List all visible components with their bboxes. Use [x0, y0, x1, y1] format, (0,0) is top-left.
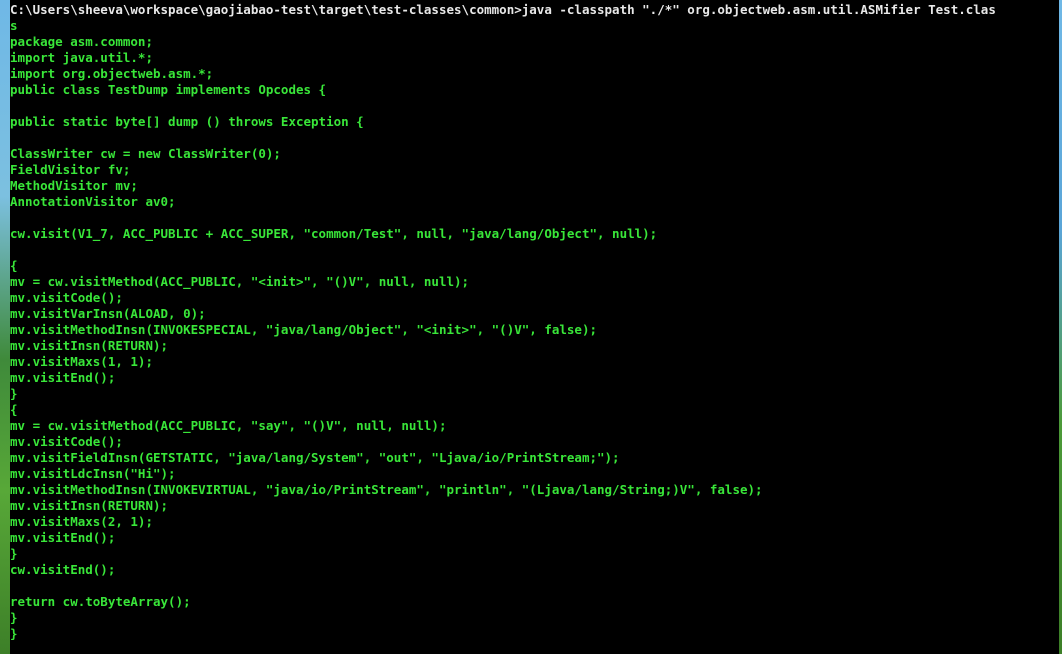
console-output-line: mv.visitCode();: [10, 290, 123, 305]
console-output-line: public class TestDump implements Opcodes…: [10, 82, 327, 97]
console-output-line: package asm.common;: [10, 34, 153, 49]
console-output-line: import java.util.*;: [10, 50, 153, 65]
console-output-line: mv.visitInsn(RETURN);: [10, 338, 169, 353]
command-prompt-line: C:\Users\sheeva\workspace\gaojiabao-test…: [10, 2, 996, 17]
console-window[interactable]: C:\Users\sheeva\workspace\gaojiabao-test…: [10, 2, 1057, 654]
console-output-line: }: [10, 546, 18, 561]
console-output-line: }: [10, 386, 18, 401]
console-output-line: mv = cw.visitMethod(ACC_PUBLIC, "say", "…: [10, 418, 447, 433]
console-output-line: mv.visitInsn(RETURN);: [10, 498, 169, 513]
console-output-line: mv.visitMethodInsn(INVOKESPECIAL, "java/…: [10, 322, 597, 337]
console-output-line: MethodVisitor mv;: [10, 178, 138, 193]
console-output-line: public static byte[] dump () throws Exce…: [10, 114, 364, 129]
command-prompt-wrap: s: [10, 18, 18, 33]
console-output-line: mv.visitMethodInsn(INVOKEVIRTUAL, "java/…: [10, 482, 763, 497]
console-output-line: mv.visitLdcInsn("Hi");: [10, 466, 176, 481]
desktop-wallpaper-strip-left: [0, 0, 10, 654]
console-output-line: }: [10, 610, 18, 625]
console-output-line: FieldVisitor fv;: [10, 162, 131, 177]
screen: C:\Users\sheeva\workspace\gaojiabao-test…: [0, 0, 1062, 654]
console-output-line: AnnotationVisitor av0;: [10, 194, 176, 209]
console-output-line: {: [10, 402, 18, 417]
console-output-line: mv.visitEnd();: [10, 530, 116, 545]
console-output-line: return cw.toByteArray();: [10, 594, 191, 609]
console-output-line: mv.visitVarInsn(ALOAD, 0);: [10, 306, 206, 321]
console-output-line: import org.objectweb.asm.*;: [10, 66, 214, 81]
console-output-line: mv = cw.visitMethod(ACC_PUBLIC, "<init>"…: [10, 274, 470, 289]
console-output-line: ClassWriter cw = new ClassWriter(0);: [10, 146, 281, 161]
console-output-line: mv.visitMaxs(2, 1);: [10, 514, 153, 529]
console-output: package asm.common; import java.util.*; im…: [10, 34, 1057, 642]
console-output-line: cw.visit(V1_7, ACC_PUBLIC + ACC_SUPER, "…: [10, 226, 658, 241]
console-output-line: cw.visitEnd();: [10, 562, 116, 577]
console-output-line: mv.visitCode();: [10, 434, 123, 449]
console-output-line: mv.visitEnd();: [10, 370, 116, 385]
console-output-line: {: [10, 258, 18, 273]
console-output-line: }: [10, 626, 18, 641]
console-output-line: mv.visitMaxs(1, 1);: [10, 354, 153, 369]
console-output-line: mv.visitFieldInsn(GETSTATIC, "java/lang/…: [10, 450, 620, 465]
